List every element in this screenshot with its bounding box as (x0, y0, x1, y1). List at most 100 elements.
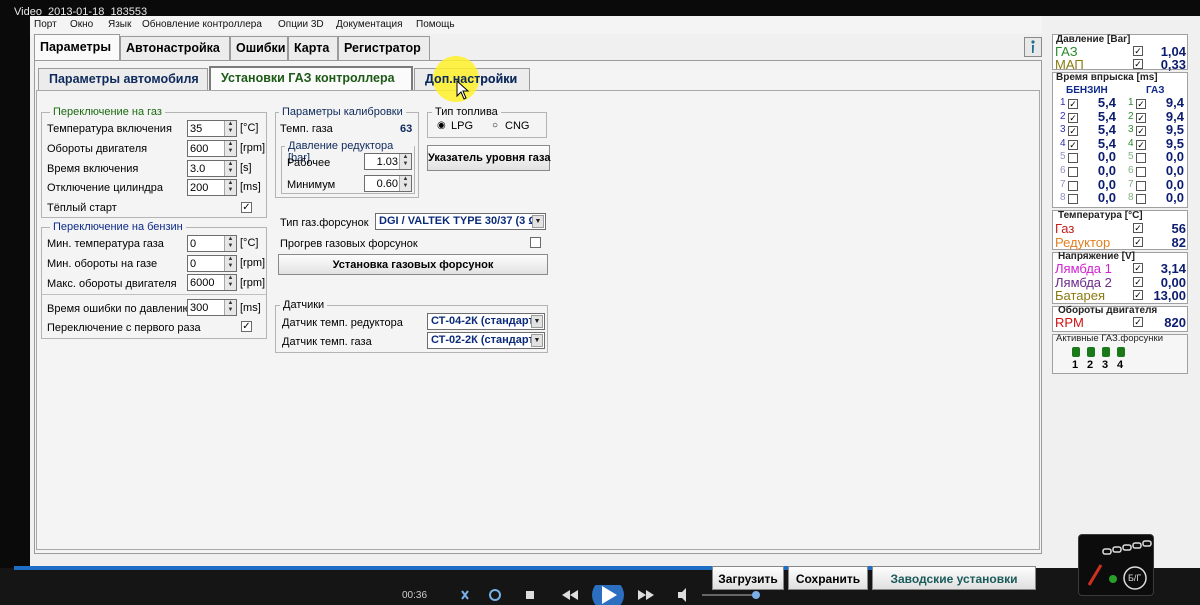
tab-recorder[interactable]: Регистратор (338, 36, 430, 60)
menu-options-3d[interactable]: Опции 3D (278, 19, 324, 30)
spin-value[interactable] (188, 161, 223, 176)
spin-value[interactable] (188, 121, 223, 136)
save-button[interactable]: Сохранить (788, 566, 868, 590)
gas-injector-checkbox[interactable]: ✓ (1136, 99, 1146, 109)
spin-value[interactable] (188, 275, 223, 290)
gas-injector-checkbox[interactable] (1136, 194, 1146, 205)
injection-title: Время впрыска [ms] (1056, 72, 1158, 83)
menu-language[interactable]: Язык (108, 19, 131, 30)
first-time-switch-checkbox[interactable]: ✓ (241, 321, 252, 332)
petrol-injector-checkbox[interactable] (1068, 167, 1078, 177)
play-icon[interactable] (592, 585, 624, 605)
petrol-injector-checkbox[interactable] (1068, 194, 1078, 205)
injector-setup-button[interactable]: Установка газовых форсунок (278, 254, 548, 275)
spin-value[interactable] (188, 180, 223, 195)
info-icon[interactable] (1024, 37, 1042, 57)
injector-preheat-checkbox[interactable] (530, 237, 541, 248)
select-value: СТ-04-2К (стандарт (431, 315, 534, 327)
tab-errors[interactable]: Ошибки (230, 36, 288, 60)
pressure-error-time-input[interactable]: ▲▼ (187, 299, 237, 316)
spin-value[interactable] (188, 256, 223, 271)
menu-window[interactable]: Окно (70, 19, 93, 30)
spin-arrows-icon[interactable]: ▲ ▼ (224, 275, 236, 290)
menu-documentation[interactable]: Документация (336, 19, 403, 30)
tab-car-parameters[interactable]: Параметры автомобиля (38, 68, 208, 90)
chevron-down-icon[interactable]: ▼ (532, 215, 544, 228)
spin-arrows-icon[interactable]: ▲ ▼ (224, 256, 236, 271)
spin-value[interactable] (188, 141, 223, 156)
petrol-injector-checkbox[interactable] (1068, 180, 1078, 191)
spin-value[interactable] (365, 154, 398, 169)
spin-arrows-icon[interactable]: ▲ ▼ (399, 154, 411, 169)
gas-sensor-select[interactable]: СТ-02-2К (стандарт ▼ (427, 332, 545, 349)
label-engine-rpm: Обороты двигателя (47, 143, 148, 155)
active-injector-icon (1072, 347, 1080, 357)
spin-value[interactable] (188, 300, 223, 315)
unit-label: [s] (240, 162, 252, 174)
spin-arrows-icon[interactable]: ▲ ▼ (224, 236, 236, 251)
active-injector-icon (1102, 347, 1110, 357)
spin-arrows-icon[interactable]: ▲ ▼ (224, 121, 236, 136)
shuffle-icon[interactable] (461, 590, 469, 600)
injector-number: 6 (1060, 165, 1066, 176)
gas-injector-checkbox[interactable]: ✓ (1136, 126, 1146, 137)
min-pressure-input[interactable]: ▲▼ (364, 175, 412, 192)
previous-icon[interactable] (562, 590, 578, 600)
activation-time-input[interactable]: ▲▼ (187, 160, 237, 177)
injector-number: 2 (1060, 110, 1066, 122)
rpm-name: RPM (1055, 315, 1084, 330)
chevron-down-icon[interactable]: ▼ (531, 334, 543, 347)
volume-icon[interactable] (678, 588, 686, 602)
repeat-icon[interactable] (489, 589, 501, 601)
spin-arrows-icon[interactable]: ▲ ▼ (224, 300, 236, 315)
cng-radio-label[interactable]: CNG (505, 120, 529, 132)
spin-arrows-icon[interactable]: ▲ ▼ (224, 141, 236, 156)
work-pressure-input[interactable]: ▲▼ (364, 153, 412, 170)
gas-injector-checkbox[interactable] (1136, 167, 1146, 177)
tab-extra-settings-label[interactable]: Доп.настройки (414, 68, 530, 90)
tab-gas-controller-settings[interactable]: Установки ГАЗ контроллера (209, 66, 413, 90)
petrol-injector-checkbox[interactable] (1068, 153, 1078, 164)
petrol-injector-checkbox[interactable]: ✓ (1068, 99, 1078, 109)
active-injector-icon (1117, 347, 1125, 357)
volume-slider[interactable] (702, 591, 760, 599)
spin-arrows-icon[interactable]: ▲ ▼ (224, 161, 236, 176)
min-gas-temp-input[interactable]: ▲▼ (187, 235, 237, 252)
gas-injector-checkbox[interactable]: ✓ (1136, 139, 1146, 150)
menu-update-controller[interactable]: Обновление контроллера (142, 19, 262, 30)
spin-arrows-icon[interactable]: ▲ ▼ (399, 176, 411, 191)
activation-temp-input[interactable]: ▲▼ (187, 120, 237, 137)
tab-autotune[interactable]: Автонастройка (120, 36, 230, 60)
petrol-injector-checkbox[interactable]: ✓ (1068, 139, 1078, 150)
max-engine-rpm-input[interactable]: ▲▼ (187, 274, 237, 291)
label-injector-preheat: Прогрев газовых форсунок (280, 238, 418, 250)
group-title: Переключение на газ (50, 106, 165, 118)
gas-level-button[interactable]: Указатель уровня газа (427, 145, 551, 171)
next-icon[interactable] (638, 590, 654, 600)
warm-start-checkbox[interactable]: ✓ (241, 202, 252, 213)
tab-map[interactable]: Карта (288, 36, 338, 60)
petrol-injector-checkbox[interactable]: ✓ (1068, 126, 1078, 137)
radio-dot-icon[interactable]: ◉ (437, 120, 446, 131)
spin-arrows-icon[interactable]: ▲ ▼ (224, 180, 236, 195)
spin-value[interactable] (365, 176, 398, 191)
spin-value[interactable] (188, 236, 223, 251)
engine-rpm-input[interactable]: ▲▼ (187, 140, 237, 157)
min-rpm-gas-input[interactable]: ▲▼ (187, 255, 237, 272)
menu-help[interactable]: Помощь (416, 19, 455, 30)
menu-port[interactable]: Порт (34, 19, 57, 30)
cylinder-cutoff-input[interactable]: ▲▼ (187, 179, 237, 196)
gauge-logo-icon (1087, 540, 1152, 590)
factory-settings-button[interactable]: Заводские установки (872, 566, 1036, 590)
gas-injector-checkbox[interactable]: ✓ (1136, 112, 1146, 123)
lpg-radio-label[interactable]: LPG (451, 120, 473, 132)
petrol-injector-checkbox[interactable]: ✓ (1068, 112, 1078, 123)
radio-empty-icon[interactable]: ○ (492, 120, 498, 131)
reducer-sensor-select[interactable]: СТ-04-2К (стандарт ▼ (427, 313, 545, 330)
chevron-down-icon[interactable]: ▼ (531, 315, 543, 328)
tab-parameters[interactable]: Параметры (34, 34, 120, 61)
gas-injector-checkbox[interactable] (1136, 180, 1146, 191)
injector-type-select[interactable]: DGI / VALTEK TYPE 30/37 (3 Ω) ▼ (375, 213, 546, 230)
gas-injector-checkbox[interactable] (1136, 153, 1146, 164)
stop-icon[interactable] (526, 591, 534, 599)
